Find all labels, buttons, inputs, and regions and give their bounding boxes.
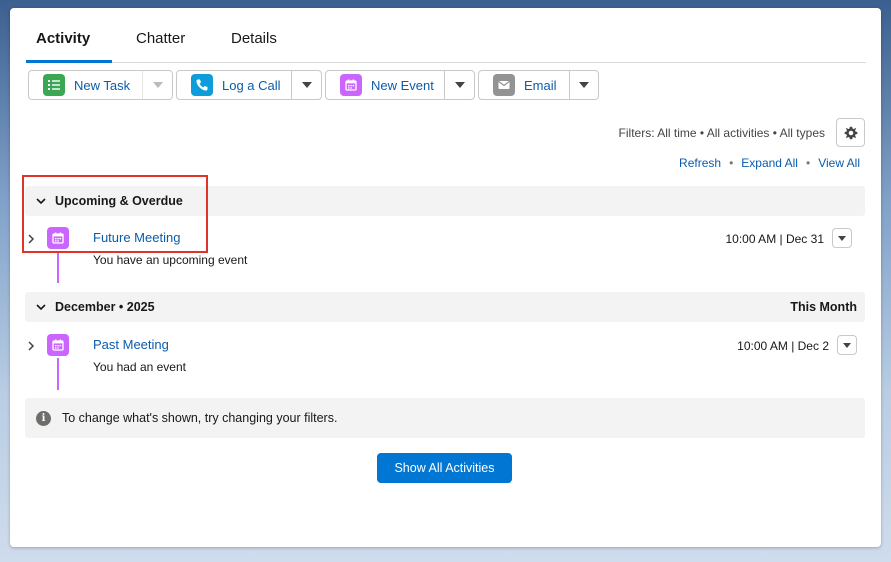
view-all-link[interactable]: View All	[818, 156, 860, 170]
activity-time: 10:00 AM | Dec 31	[725, 232, 824, 246]
chevron-right-icon[interactable]	[26, 340, 36, 352]
email-button[interactable]: Email	[479, 71, 569, 99]
log-call-dropdown[interactable]	[291, 71, 321, 99]
new-task-button[interactable]: New Task	[29, 71, 142, 99]
phone-icon	[191, 74, 213, 96]
timeline-line	[57, 358, 59, 390]
task-list-icon	[43, 74, 65, 96]
filters-summary: Filters: All time • All activities • All…	[618, 126, 825, 140]
show-all-activities-button[interactable]: Show All Activities	[377, 453, 512, 483]
timeline-line	[57, 251, 59, 283]
tab-chatter[interactable]: Chatter	[136, 30, 185, 47]
new-event-button-group: New Event	[325, 70, 475, 100]
activity-links: Refresh • Expand All • View All	[679, 156, 860, 170]
activity-menu-button[interactable]	[837, 335, 857, 355]
chevron-down-icon	[152, 82, 163, 88]
chevron-down-icon	[838, 235, 846, 241]
filter-settings-button[interactable]	[836, 118, 865, 147]
gear-icon	[844, 126, 857, 139]
new-task-button-group: New Task	[28, 70, 173, 100]
info-text: To change what's shown, try changing you…	[62, 411, 338, 425]
new-event-button[interactable]: New Event	[326, 71, 444, 99]
chevron-down-icon	[454, 82, 465, 88]
activity-card: Activity Chatter Details New Task Log a …	[10, 8, 881, 547]
calendar-icon	[47, 334, 69, 356]
calendar-icon	[340, 74, 362, 96]
log-call-button[interactable]: Log a Call	[177, 71, 291, 99]
info-icon: i	[36, 410, 51, 426]
link-separator: •	[805, 156, 811, 170]
chevron-down-icon	[36, 304, 46, 311]
activity-menu-button[interactable]	[832, 228, 852, 248]
activity-title-link[interactable]: Future Meeting	[93, 230, 180, 245]
email-label: Email	[524, 77, 557, 93]
activity-title-link[interactable]: Past Meeting	[93, 337, 169, 352]
active-tab-indicator	[26, 60, 112, 63]
email-button-group: Email	[478, 70, 599, 100]
section-title: December • 2025	[55, 300, 155, 314]
expand-all-link[interactable]: Expand All	[741, 156, 798, 170]
chevron-down-icon	[36, 198, 46, 205]
section-upcoming-overdue[interactable]: Upcoming & Overdue	[25, 186, 865, 216]
new-event-dropdown[interactable]	[444, 71, 474, 99]
new-event-label: New Event	[371, 77, 434, 93]
email-dropdown[interactable]	[568, 71, 598, 99]
log-call-button-group: Log a Call	[176, 70, 322, 100]
tab-activity[interactable]: Activity	[36, 30, 90, 47]
chevron-down-icon	[301, 82, 312, 88]
refresh-link[interactable]: Refresh	[679, 156, 721, 170]
activity-subtitle: You have an upcoming event	[93, 253, 248, 267]
link-separator: •	[729, 156, 734, 170]
section-december-2025[interactable]: December • 2025 This Month	[25, 292, 865, 322]
activity-item: Future Meeting You have an upcoming even…	[25, 227, 865, 297]
chevron-down-icon	[578, 82, 589, 88]
chevron-down-icon	[843, 342, 851, 348]
new-task-dropdown[interactable]	[142, 71, 172, 99]
tab-bar: Activity Chatter Details	[26, 22, 866, 63]
activity-item: Past Meeting You had an event 10:00 AM |…	[25, 334, 865, 404]
log-call-label: Log a Call	[222, 77, 281, 93]
new-task-label: New Task	[74, 77, 131, 93]
activity-subtitle: You had an event	[93, 360, 186, 374]
calendar-icon	[47, 227, 69, 249]
section-title: Upcoming & Overdue	[55, 194, 183, 208]
section-period-label: This Month	[790, 300, 857, 314]
chevron-right-icon[interactable]	[26, 233, 36, 245]
filter-info-message: i To change what's shown, try changing y…	[25, 398, 865, 438]
tab-details[interactable]: Details	[231, 30, 277, 47]
activity-time: 10:00 AM | Dec 2	[737, 339, 829, 353]
envelope-icon	[493, 74, 515, 96]
